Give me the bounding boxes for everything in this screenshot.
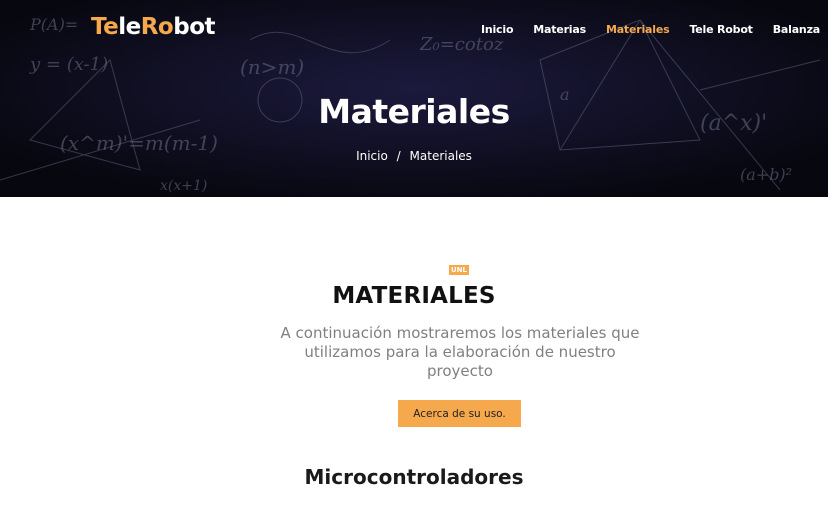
breadcrumb: Inicio / Materiales xyxy=(0,149,828,163)
breadcrumb-separator: / xyxy=(396,149,401,163)
nav-item-tele-robot[interactable]: Tele Robot xyxy=(689,23,752,36)
brand-logo[interactable]: TeleRobot xyxy=(91,14,215,40)
section-title: MATERIALES xyxy=(332,283,496,309)
svg-text:x(x+1): x(x+1) xyxy=(160,178,207,194)
logo-text-te: Te xyxy=(91,14,119,40)
svg-text:Z₀=cotoz: Z₀=cotoz xyxy=(419,34,504,55)
breadcrumb-home-link[interactable]: Inicio xyxy=(356,149,388,163)
section-lead-text: A continuación mostraremos los materiale… xyxy=(280,324,640,380)
breadcrumb-current: Materiales xyxy=(409,149,472,163)
about-usage-button[interactable]: Acerca de su uso. xyxy=(398,400,521,427)
svg-text:y = (x-1): y = (x-1) xyxy=(29,54,108,75)
page-title: Materiales xyxy=(318,92,510,131)
logo-text-ro: Ro xyxy=(140,14,174,40)
svg-text:(a+b)²: (a+b)² xyxy=(740,165,792,184)
main-nav: Inicio Materias Materiales Tele Robot Ba… xyxy=(461,23,820,36)
microcontroladores-heading: Microcontroladores xyxy=(304,465,524,489)
logo-text-bot: bot xyxy=(173,14,215,40)
hero-banner: y = (x-1) (n>m) Z₀=cotoz (x^m)'=m(m-1) (… xyxy=(0,0,828,197)
nav-item-materias[interactable]: Materias xyxy=(533,23,586,36)
nav-item-inicio[interactable]: Inicio xyxy=(481,23,514,36)
section-badge: UNL xyxy=(449,265,470,275)
svg-text:P(A)=: P(A)= xyxy=(29,15,78,34)
logo-text-le: le xyxy=(118,14,141,40)
svg-text:(n>m): (n>m) xyxy=(240,55,304,79)
nav-item-balanza[interactable]: Balanza xyxy=(773,23,820,36)
nav-item-materiales[interactable]: Materiales xyxy=(606,23,670,36)
